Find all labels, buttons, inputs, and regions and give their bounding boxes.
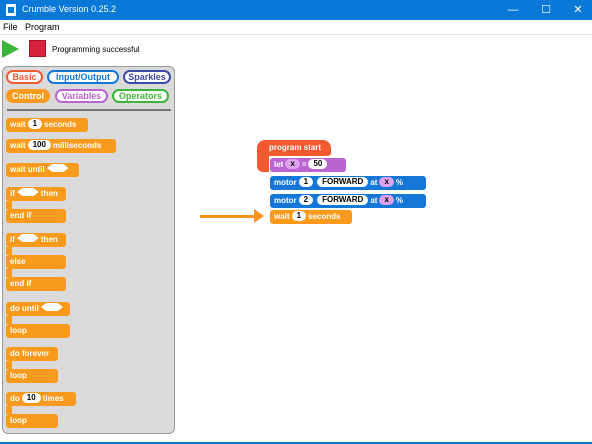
let-block[interactable]: let x = 50 (270, 158, 346, 172)
menu-file[interactable]: File (3, 22, 18, 32)
minimize-button[interactable]: — (497, 0, 529, 20)
else-arm (6, 269, 12, 277)
condition-slot (16, 188, 39, 196)
stop-icon[interactable] (29, 40, 46, 57)
tab-sparkles[interactable]: Sparkles (123, 70, 171, 84)
annotation-arrow (200, 215, 260, 218)
tab-control[interactable]: Control (6, 89, 50, 103)
palette-do-times[interactable]: do 10 times (6, 392, 76, 406)
menu-bar: File Program (0, 20, 592, 35)
tab-variables[interactable]: Variables (55, 89, 108, 103)
condition-slot (46, 164, 69, 172)
menu-program[interactable]: Program (25, 22, 60, 32)
tab-input-output[interactable]: Input/Output (47, 70, 119, 84)
window-title: Crumble Version 0.25.2 (22, 4, 117, 14)
arrow-head-icon (254, 209, 264, 223)
palette-divider (7, 109, 171, 111)
condition-slot (16, 234, 39, 242)
palette-end-if-else[interactable]: end if (6, 277, 66, 291)
app-icon (6, 4, 16, 16)
palette-do-times-loop[interactable]: loop (6, 414, 58, 428)
close-button[interactable]: ✕ (562, 0, 592, 20)
palette-do-forever-loop[interactable]: loop (6, 369, 58, 383)
palette-wait-milliseconds[interactable]: wait 100 milliseconds (6, 139, 116, 153)
tab-operators[interactable]: Operators (112, 89, 169, 103)
palette-if-then[interactable]: if then (6, 187, 66, 201)
motor-1-block[interactable]: motor 1 FORWARD at x% (270, 176, 426, 190)
maximize-button[interactable]: ☐ (530, 0, 562, 20)
if-arm (6, 201, 12, 209)
wait-seconds-block[interactable]: wait 1 seconds (270, 210, 352, 224)
program-canvas[interactable] (178, 62, 592, 444)
palette-end-if[interactable]: end if (6, 209, 66, 223)
palette-if-else[interactable]: if then (6, 233, 66, 247)
palette-do-until[interactable]: do until (6, 302, 70, 316)
condition-slot (40, 303, 63, 311)
toolbar: Programming successful (0, 36, 592, 62)
palette-wait-seconds[interactable]: wait 1 seconds (6, 118, 88, 132)
if-arm (6, 247, 12, 255)
do-until-arm (6, 316, 12, 324)
palette-do-until-loop[interactable]: loop (6, 324, 70, 338)
title-bar: Crumble Version 0.25.2 — ☐ ✕ (0, 0, 592, 20)
tab-basic[interactable]: Basic (6, 70, 43, 84)
do-forever-arm (6, 361, 12, 369)
status-text: Programming successful (52, 45, 140, 54)
start-block-tail (257, 154, 269, 172)
block-palette: Basic Input/Output Sparkles Control Vari… (2, 66, 175, 434)
motor-2-block[interactable]: motor 2 FORWARD at x% (270, 194, 426, 208)
play-icon[interactable] (2, 40, 19, 58)
palette-wait-until[interactable]: wait until (6, 163, 79, 177)
do-times-arm (6, 406, 12, 414)
palette-else[interactable]: else (6, 255, 66, 269)
palette-do-forever[interactable]: do forever (6, 347, 58, 361)
